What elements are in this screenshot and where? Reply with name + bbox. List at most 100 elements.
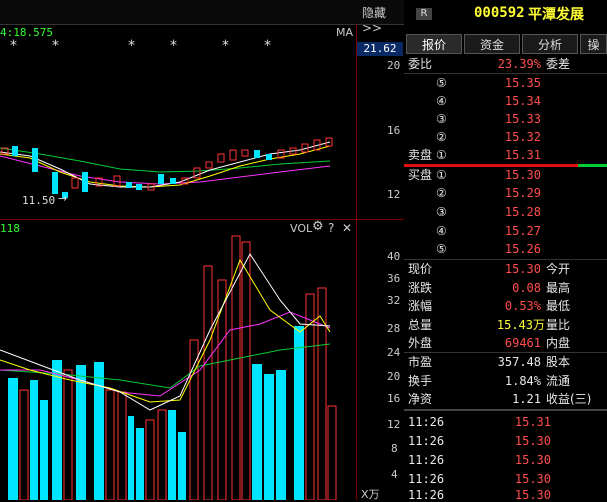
level-label: ⑤ (436, 76, 447, 90)
kline-y-tick: 20 (387, 59, 401, 72)
level-label: ② (436, 130, 447, 144)
tick-row[interactable]: 11:26 15.30 (404, 451, 607, 469)
stat-row: 市盈 357.48 股本 (404, 353, 607, 371)
sell-row-4[interactable]: ④ 15.34 (404, 92, 607, 110)
buy-price: 15.30 (504, 168, 541, 182)
stat-label: 市盈 (408, 355, 433, 369)
kline-y-axis: 21.62 20 16 12 (356, 24, 405, 220)
buy-row-4[interactable]: ④ 15.27 (404, 222, 607, 240)
stat-label-2: 流通 (546, 374, 571, 388)
candlestick-chart[interactable] (0, 24, 356, 220)
stat-row: 涨幅 0.53% 最低 (404, 297, 607, 315)
stat-value: 0.53% (504, 299, 541, 313)
buy-row-2[interactable]: ② 15.29 (404, 184, 607, 202)
buy-price: 15.26 (504, 242, 541, 256)
buy-price: 15.28 (504, 205, 541, 219)
stat-label: 总量 (408, 318, 433, 332)
level-label: ① (436, 148, 447, 162)
kline-y-tick: 12 (387, 188, 401, 201)
tab-quote[interactable]: 报价 (406, 34, 462, 54)
vol-y-tick: 28 (387, 322, 401, 335)
tab-funds[interactable]: 资金 (464, 34, 520, 54)
ma-line-white (0, 141, 331, 188)
stat-row: 外盘 69461 内盘 (404, 334, 607, 352)
level-label: ③ (436, 112, 447, 126)
sell-row-1[interactable]: 卖盘 ① 15.31 (404, 146, 607, 164)
buy-row-3[interactable]: ③ 15.28 (404, 203, 607, 221)
level-label: ② (436, 186, 447, 200)
order-ratio-row: 委比 23.39% 委差 (404, 55, 607, 73)
stat-label: 涨跌 (408, 281, 433, 295)
stock-badge: R (416, 8, 432, 20)
sell-label: 卖盘 (408, 148, 433, 162)
stat-row: 净资 1.21 收益(三) (404, 390, 607, 408)
stat-label-2: 内盘 (546, 336, 571, 350)
buy-price: 15.27 (504, 224, 541, 238)
diff-label: 委差 (546, 57, 571, 71)
stat-label: 涨幅 (408, 299, 433, 313)
volume-chart[interactable] (0, 220, 356, 500)
level-label: ④ (436, 94, 447, 108)
hide-label: 隐藏 (362, 6, 387, 20)
volume-bars (8, 235, 337, 500)
low-price-label: 11.50 (22, 194, 56, 207)
vol-y-tick: 36 (387, 272, 401, 285)
tick-price: 15.30 (514, 453, 551, 467)
tick-price: 15.30 (514, 434, 551, 448)
stat-value: 1.84% (504, 374, 541, 388)
ma-line-magenta (0, 155, 331, 185)
sell-row-2[interactable]: ② 15.32 (404, 128, 607, 146)
tick-row[interactable]: 11:26 15.30 (404, 486, 607, 500)
ratio-value: 23.39% (497, 57, 541, 71)
kline-y-tick: 16 (387, 124, 401, 137)
level-label: ⑤ (436, 242, 447, 256)
vol-y-tick: 16 (387, 392, 401, 405)
tick-time: 11:26 (408, 434, 445, 448)
buy-row-5[interactable]: ⑤ 15.26 (404, 240, 607, 258)
stat-value: 69461 (504, 336, 541, 350)
stat-value: 1.21 (512, 392, 541, 406)
sell-row-5[interactable]: ⑤ 15.35 (404, 74, 607, 92)
sell-price: 15.32 (504, 130, 541, 144)
buy-price: 15.29 (504, 186, 541, 200)
vol-y-tick: 24 (387, 346, 401, 359)
stat-row: 总量 15.43万 量比 (404, 316, 607, 334)
stat-row: 现价 15.30 今开 (404, 260, 607, 278)
price-tag: 21.62 (357, 42, 403, 56)
tab-analysis[interactable]: 分析 (522, 34, 578, 54)
tick-row[interactable]: 11:26 15.31 (404, 413, 607, 431)
buy-row-1[interactable]: 买盘 ① 15.30 (404, 166, 607, 184)
tick-time: 11:26 (408, 488, 445, 500)
stat-value: 0.08 (512, 281, 541, 295)
chart-area[interactable]: 隐藏>> 4:18.575 MA * * * * * * 21.62 20 16… (0, 0, 405, 501)
sell-price: 15.35 (504, 76, 541, 90)
sell-row-3[interactable]: ③ 15.33 (404, 110, 607, 128)
volume-y-axis: 40 36 32 28 24 20 16 12 8 4 X万 (356, 220, 405, 501)
chart-top-bar (0, 0, 404, 25)
vol-y-tick: 40 (387, 250, 401, 263)
stat-label-2: 今开 (546, 262, 571, 276)
stat-label-2: 股本 (546, 355, 571, 369)
tick-row[interactable]: 11:26 15.30 (404, 432, 607, 450)
stat-label: 换手 (408, 374, 433, 388)
stock-name: 平潭发展 (528, 7, 584, 23)
low-arrow-icon: → (58, 192, 68, 205)
stat-value: 357.48 (497, 355, 541, 369)
stat-label: 外盘 (408, 336, 433, 350)
vol-y-tick: 20 (387, 370, 401, 383)
stock-code: 000592 (474, 5, 525, 21)
stat-label: 现价 (408, 262, 433, 276)
ratio-label: 委比 (408, 57, 433, 71)
tab-operation[interactable]: 操 (580, 34, 607, 54)
sell-price: 15.33 (504, 112, 541, 126)
stat-label: 净资 (408, 392, 433, 406)
stat-row: 涨跌 0.08 最高 (404, 279, 607, 297)
stat-value: 15.43万 (496, 318, 545, 332)
vol-y-tick: 32 (387, 294, 401, 307)
tick-price: 15.31 (514, 415, 551, 429)
sell-price: 15.31 (504, 148, 541, 162)
level-label: ① (436, 168, 447, 182)
stat-label-2: 最高 (546, 281, 571, 295)
tick-price: 15.30 (514, 488, 551, 500)
vol-y-tick: 12 (387, 418, 401, 431)
